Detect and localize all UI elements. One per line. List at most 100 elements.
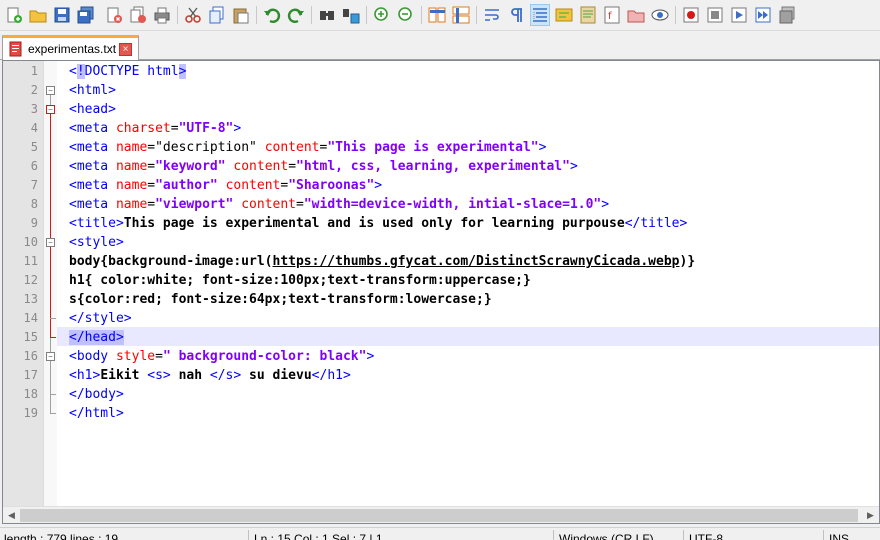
- code-token: >: [538, 140, 547, 155]
- code-token: =: [288, 159, 297, 174]
- save-all-icon[interactable]: [76, 4, 96, 26]
- zoom-in-icon[interactable]: [372, 4, 392, 26]
- word-wrap-icon[interactable]: [482, 4, 502, 26]
- code-text: </style>: [69, 309, 132, 328]
- code-line[interactable]: 4 <meta charset="UTF-8">: [3, 119, 879, 138]
- code-token: s{color:red; font-size:64px;text-transfo…: [69, 292, 492, 307]
- function-list-icon[interactable]: f: [602, 4, 622, 26]
- line-number: 17: [23, 368, 38, 382]
- new-file-icon[interactable]: [4, 4, 24, 26]
- scroll-right-icon[interactable]: ▶: [862, 507, 879, 523]
- status-encoding: UTF-8: [689, 532, 723, 540]
- open-file-icon[interactable]: [28, 4, 48, 26]
- code-token: =: [147, 197, 156, 212]
- code-line[interactable]: 10 <style>: [3, 233, 879, 252]
- code-token: >: [569, 159, 578, 174]
- code-text: <html>: [69, 81, 116, 100]
- close-icon[interactable]: [104, 4, 124, 26]
- code-line[interactable]: 1 <!DOCTYPE html>: [3, 62, 879, 81]
- tab-experimentas-txt[interactable]: experimentas.txt ×: [2, 35, 139, 60]
- code-line[interactable]: 9 <title>This page is experimental and is…: [3, 214, 879, 233]
- code-token: name: [115, 197, 148, 212]
- code-text: <meta name="keyword" content="html, css,…: [69, 157, 578, 176]
- code-line[interactable]: 13 s{color:red; font-size:64px;text-trans…: [3, 290, 879, 309]
- code-line[interactable]: 2 <html>: [3, 81, 879, 100]
- replace-icon[interactable]: [341, 4, 361, 26]
- zoom-out-icon[interactable]: [396, 4, 416, 26]
- code-text: body{background-image:url(https://thumbs…: [69, 252, 695, 271]
- code-token: >: [601, 197, 610, 212]
- close-all-icon[interactable]: [128, 4, 148, 26]
- user-defined-language-icon[interactable]: [554, 4, 574, 26]
- code-line[interactable]: 19 </html>: [3, 404, 879, 423]
- code-token: <meta: [69, 197, 116, 212]
- save-icon[interactable]: [52, 4, 72, 26]
- playback-macro-icon[interactable]: [729, 4, 749, 26]
- code-line[interactable]: 14 </style>: [3, 309, 879, 328]
- line-number: 12: [23, 273, 38, 287]
- cut-icon[interactable]: [183, 4, 203, 26]
- code-line[interactable]: 5 <meta name="description" content="This …: [3, 138, 879, 157]
- code-token: "viewport": [155, 197, 234, 212]
- code-line[interactable]: 7 <meta name="author" content="Sharoonas"…: [3, 176, 879, 195]
- line-number: 18: [23, 387, 38, 401]
- sync-horizontal-icon[interactable]: [451, 4, 471, 26]
- code-token: =: [147, 178, 156, 193]
- monitoring-icon[interactable]: [650, 4, 670, 26]
- code-token: !: [76, 64, 85, 79]
- line-number: 11: [23, 254, 38, 268]
- paste-icon[interactable]: [231, 4, 251, 26]
- line-number: 13: [23, 292, 38, 306]
- code-line[interactable]: 11 body{background-image:url(https://thum…: [3, 252, 879, 271]
- code-token: )}: [679, 254, 696, 269]
- code-text: </head>: [69, 328, 124, 347]
- scrollbar-thumb[interactable]: [20, 509, 858, 522]
- record-macro-icon[interactable]: [681, 4, 701, 26]
- line-number: 8: [30, 197, 38, 211]
- save-macro-icon[interactable]: [777, 4, 797, 26]
- code-line[interactable]: 15 </head>: [3, 328, 879, 347]
- run-macro-multiple-icon[interactable]: [753, 4, 773, 26]
- code-token: content: [241, 197, 297, 212]
- toolbar: f: [0, 0, 880, 31]
- indent-guide-icon[interactable]: [530, 4, 550, 26]
- document-map-icon[interactable]: [578, 4, 598, 26]
- code-text: s{color:red; font-size:64px;text-transfo…: [69, 290, 492, 309]
- horizontal-scrollbar[interactable]: ◀ ▶: [3, 506, 879, 523]
- code-line[interactable]: 17 <h1>Eikit <s> nah </s> su dievu</h1>: [3, 366, 879, 385]
- status-length: length : 779 lines : 19: [4, 532, 119, 540]
- scroll-left-icon[interactable]: ◀: [3, 507, 20, 523]
- line-number: 2: [30, 83, 38, 97]
- unsaved-file-icon: [9, 41, 22, 57]
- code-token: h1{ color:white; font-size:100px;text-tr…: [69, 273, 531, 288]
- code-line[interactable]: 12 h1{ color:white; font-size:100px;text-…: [3, 271, 879, 290]
- print-icon[interactable]: [152, 4, 172, 26]
- code-line[interactable]: 3 <head>: [3, 100, 879, 119]
- code-text: <style>: [69, 233, 124, 252]
- close-tab-icon[interactable]: ×: [119, 43, 132, 56]
- code-line[interactable]: 16 <body style=" background-color: black"…: [3, 347, 879, 366]
- code-line[interactable]: 8 <meta name="viewport" content="width=de…: [3, 195, 879, 214]
- line-number: 10: [23, 235, 38, 249]
- status-eol: Windows (CR LF): [559, 532, 654, 540]
- redo-icon[interactable]: [286, 4, 306, 26]
- show-all-characters-icon[interactable]: [506, 4, 526, 26]
- code-token: </body>: [69, 387, 124, 402]
- code-token: <meta: [69, 121, 116, 136]
- sync-vertical-icon[interactable]: [427, 4, 447, 26]
- code-token: <head>: [69, 102, 116, 117]
- undo-icon[interactable]: [262, 4, 282, 26]
- code-text: <head>: [69, 100, 116, 119]
- stop-recording-icon[interactable]: [705, 4, 725, 26]
- folder-as-workspace-icon[interactable]: [626, 4, 646, 26]
- code-editor[interactable]: − − − − 1 <!DOCTYPE html> 2 <html> 3 <head> 4 <met…: [2, 60, 880, 524]
- status-mode: INS: [829, 532, 850, 540]
- toolbar-separator: [675, 6, 676, 24]
- code-token: >: [178, 64, 187, 79]
- find-icon[interactable]: [317, 4, 337, 26]
- tab-label: experimentas.txt: [28, 42, 117, 56]
- copy-icon[interactable]: [207, 4, 227, 26]
- code-line[interactable]: 6 <meta name="keyword" content="html, css…: [3, 157, 879, 176]
- code-line[interactable]: 18 </body>: [3, 385, 879, 404]
